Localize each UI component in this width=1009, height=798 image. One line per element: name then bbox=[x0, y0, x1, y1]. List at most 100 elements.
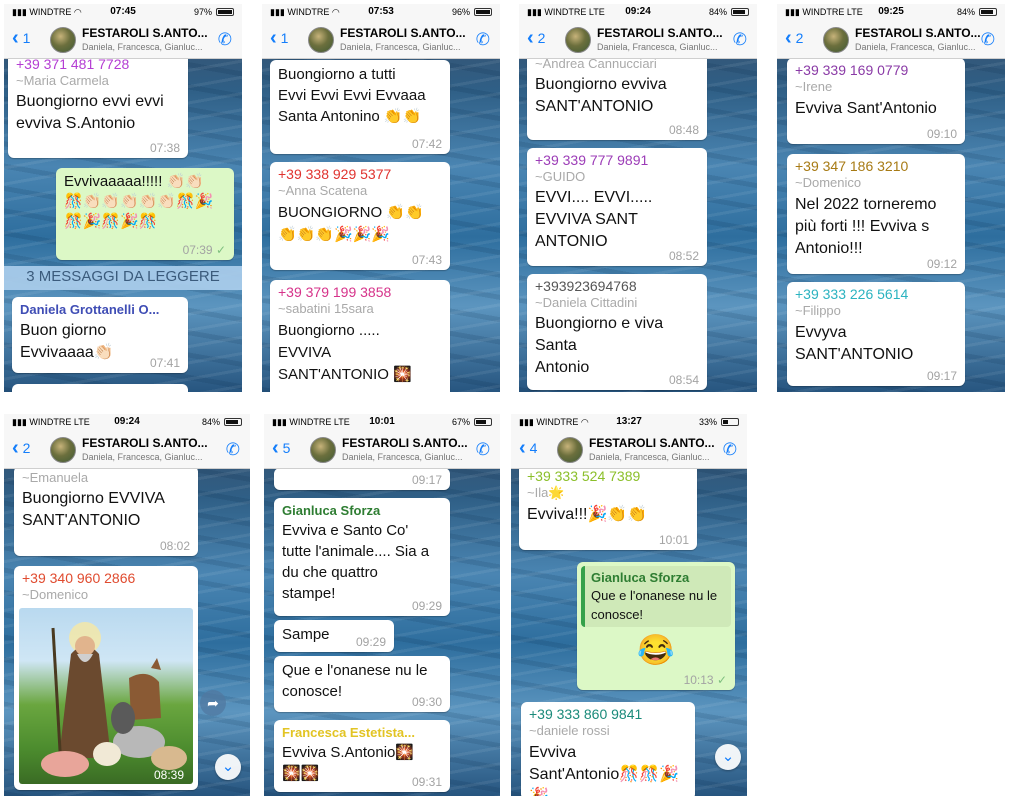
saint-with-animals-illustration bbox=[41, 622, 187, 777]
message-bubble-partial[interactable]: 09:17 bbox=[274, 468, 450, 490]
message-time: 08:52 bbox=[668, 249, 699, 263]
status-bar: ▮▮▮ WINDTRE LTE 09:24 84% bbox=[4, 414, 250, 431]
add-call-icon[interactable]: ✆ bbox=[476, 30, 490, 50]
status-bar: ▮▮▮ WINDTRE LTE 10:01 67% bbox=[264, 414, 500, 431]
message-bubble[interactable]: +39 333 524 7389 ~Ila🌟 Evviva!!!🎉👏👏 10:0… bbox=[519, 464, 697, 550]
battery-status: 84% bbox=[202, 417, 242, 427]
battery-status: 97% bbox=[194, 7, 234, 17]
quoted-sender: Gianluca Sforza bbox=[591, 570, 690, 585]
message-bubble[interactable]: Que e l'onanese nu le conosce! 09:30 bbox=[274, 656, 450, 712]
group-avatar[interactable] bbox=[823, 27, 849, 53]
message-text: Buongiorno ..... EVVIVA SANT'ANTONIO 🎇 bbox=[278, 322, 412, 383]
message-bubble[interactable]: ~Emanuela Buongiorno EVVIVA SANT'ANTONIO… bbox=[14, 466, 198, 556]
message-bubble[interactable]: Buongiorno a tutti Evvi Evvi Evvi Evvaaa… bbox=[270, 60, 450, 154]
message-bubble[interactable]: Daniela Grottanelli O... Buon giorno Evv… bbox=[12, 297, 188, 373]
message-text: Buongiorno a tutti Evvi Evvi Evvi Evvaaa… bbox=[278, 66, 426, 125]
status-bar: ▮▮▮ WINDTRE ◠ 07:53 96% bbox=[262, 4, 500, 21]
message-bubble[interactable]: +39 339 169 0779 ~Irene Evviva Sant'Anto… bbox=[787, 58, 965, 144]
message-bubble[interactable]: +39 339 777 9891 ~GUIDO EVVI.... EVVI...… bbox=[527, 148, 707, 266]
back-button[interactable]: ‹ 4 bbox=[519, 438, 537, 458]
message-nick: ~Emanuela bbox=[22, 470, 89, 485]
message-text: Evvivaaaaa!!!!! 👏🏻👏🏻 🎊👏🏻👏🏻👏🏻👏🏻👏🏻🎊🎉 🎊🎉🎊🎉🎊 bbox=[64, 173, 214, 230]
back-button[interactable]: ‹ 5 bbox=[272, 438, 290, 458]
group-avatar[interactable] bbox=[308, 27, 334, 53]
group-name[interactable]: FESTAROLI S.ANTO... bbox=[597, 26, 723, 40]
status-bar: ▮▮▮ WINDTRE LTE 09:24 84% bbox=[519, 4, 757, 21]
group-avatar[interactable] bbox=[557, 437, 583, 463]
group-name[interactable]: FESTAROLI S.ANTO... bbox=[589, 436, 715, 450]
message-bubble-image[interactable]: +39 340 960 2866 ~Domenico 08:39 bbox=[14, 566, 198, 790]
chevron-down-circle-icon[interactable]: ⌄ bbox=[215, 754, 241, 780]
back-button[interactable]: ‹ 2 bbox=[527, 28, 545, 48]
message-bubble-outgoing[interactable]: Evvivaaaaa!!!!! 👏🏻👏🏻 🎊👏🏻👏🏻👏🏻👏🏻👏🏻🎊🎉 🎊🎉🎊🎉🎊… bbox=[56, 168, 234, 260]
message-sender: +39 379 199 3858 bbox=[278, 284, 392, 300]
back-button[interactable]: ‹ 2 bbox=[12, 438, 30, 458]
message-bubble-outgoing-reply[interactable]: Gianluca Sforza Que e l'onanese nu le co… bbox=[577, 562, 735, 690]
battery-status: 67% bbox=[452, 417, 492, 427]
add-call-icon[interactable]: ✆ bbox=[226, 440, 240, 460]
message-nick: ~daniele rossi bbox=[529, 723, 610, 738]
message-time: 08:54 bbox=[668, 373, 699, 387]
back-button[interactable]: ‹ 1 bbox=[12, 28, 30, 48]
message-bubble[interactable]: +39 333 860 9841 ~daniele rossi Evviva S… bbox=[521, 702, 695, 796]
chevron-down-circle-icon[interactable]: ⌄ bbox=[715, 744, 741, 770]
battery-icon bbox=[474, 418, 492, 426]
group-avatar[interactable] bbox=[50, 437, 76, 463]
add-call-icon[interactable]: ✆ bbox=[981, 30, 995, 50]
message-time: 09:12 bbox=[926, 257, 957, 271]
message-bubble[interactable]: Gianluca Sforza Evviva e Santo Co' tutte… bbox=[274, 498, 450, 616]
message-sender: +39 338 929 5377 bbox=[278, 166, 392, 182]
message-text: Buongiorno evviva SANT'ANTONIO bbox=[535, 76, 667, 115]
add-call-icon[interactable]: ✆ bbox=[723, 440, 737, 460]
unread-banner: 3 MESSAGGI DA LEGGERE bbox=[4, 266, 242, 290]
forward-arrow-icon[interactable]: ➦ bbox=[200, 690, 226, 716]
message-text: Evvyva SANT'ANTONIO bbox=[795, 324, 914, 363]
group-name[interactable]: FESTAROLI S.ANTO... bbox=[82, 436, 208, 450]
battery-status: 84% bbox=[709, 7, 749, 17]
battery-icon bbox=[731, 8, 749, 16]
chevron-left-icon: ‹ bbox=[785, 27, 792, 49]
message-bubble[interactable]: +39 379 199 3858 ~sabatini 15sara Buongi… bbox=[270, 280, 450, 392]
quoted-message[interactable]: Gianluca Sforza Que e l'onanese nu le co… bbox=[581, 566, 731, 627]
message-bubble[interactable]: ~Andrea Cannucciari Buongiorno evviva SA… bbox=[527, 52, 707, 140]
message-nick: ~Daniela Cittadini bbox=[535, 295, 638, 310]
message-bubble[interactable]: +39 371 481 7728 ~Maria Carmela Buongior… bbox=[8, 52, 188, 158]
group-members: Daniela, Francesca, Gianluc... bbox=[340, 42, 461, 52]
saint-anthony-image[interactable] bbox=[19, 608, 193, 784]
chat-screen-6: ▮▮▮ WINDTRE LTE 10:01 67% ‹ 5 FESTAROLI S… bbox=[264, 414, 500, 796]
chat-header: ‹ 1 FESTAROLI S.ANTO... Daniela, Francesc… bbox=[4, 21, 242, 59]
message-nick: ~Domenico bbox=[22, 587, 89, 602]
group-name[interactable]: FESTAROLI S.ANTO... bbox=[855, 26, 981, 40]
message-sender: +39 333 860 9841 bbox=[529, 706, 643, 722]
message-time: 09:31 bbox=[411, 775, 442, 789]
group-avatar[interactable] bbox=[50, 27, 76, 53]
message-bubble-partial[interactable] bbox=[12, 384, 188, 392]
add-call-icon[interactable]: ✆ bbox=[218, 30, 232, 50]
group-name[interactable]: FESTAROLI S.ANTO... bbox=[82, 26, 208, 40]
back-button[interactable]: ‹ 1 bbox=[270, 28, 288, 48]
chat-screen-3: ▮▮▮ WINDTRE LTE 09:24 84% ‹ 2 FESTAROLI S… bbox=[519, 4, 757, 392]
chat-header: ‹ 2 FESTAROLI S.ANTO... Daniela, Francesc… bbox=[777, 21, 1005, 59]
message-bubble[interactable]: +393923694768 ~Daniela Cittadini Buongio… bbox=[527, 274, 707, 390]
group-avatar[interactable] bbox=[310, 437, 336, 463]
group-avatar[interactable] bbox=[565, 27, 591, 53]
group-name[interactable]: FESTAROLI S.ANTO... bbox=[340, 26, 466, 40]
message-sender: Gianluca Sforza bbox=[282, 503, 381, 518]
chat-header: ‹ 1 FESTAROLI S.ANTO... Daniela, Francesc… bbox=[262, 21, 500, 59]
message-sender: +39 333 524 7389 bbox=[527, 468, 641, 484]
message-time: 09:29 bbox=[411, 599, 442, 613]
message-bubble[interactable]: Sampe 09:29 bbox=[274, 620, 394, 652]
message-time: 08:02 bbox=[159, 539, 190, 553]
message-bubble[interactable]: Francesca Estetista... Evviva S.Antonio🎇… bbox=[274, 720, 450, 792]
message-bubble[interactable]: +39 338 929 5377 ~Anna Scatena BUONGIORN… bbox=[270, 162, 450, 270]
message-sender: Daniela Grottanelli O... bbox=[20, 302, 160, 317]
group-name[interactable]: FESTAROLI S.ANTO... bbox=[342, 436, 468, 450]
battery-icon bbox=[979, 8, 997, 16]
message-text: Evviva Sant'Antonio🎊🎊🎉 🎉 bbox=[529, 744, 679, 796]
message-bubble[interactable]: +39 333 226 5614 ~Filippo Evvyva SANT'AN… bbox=[787, 282, 965, 386]
add-call-icon[interactable]: ✆ bbox=[476, 440, 490, 460]
message-bubble[interactable]: +39 347 186 3210 ~Domenico Nel 2022 torn… bbox=[787, 154, 965, 274]
add-call-icon[interactable]: ✆ bbox=[733, 30, 747, 50]
message-text: EVVI.... EVVI..... EVVIVA SANT ANTONIO bbox=[535, 189, 653, 250]
back-button[interactable]: ‹ 2 bbox=[785, 27, 803, 49]
